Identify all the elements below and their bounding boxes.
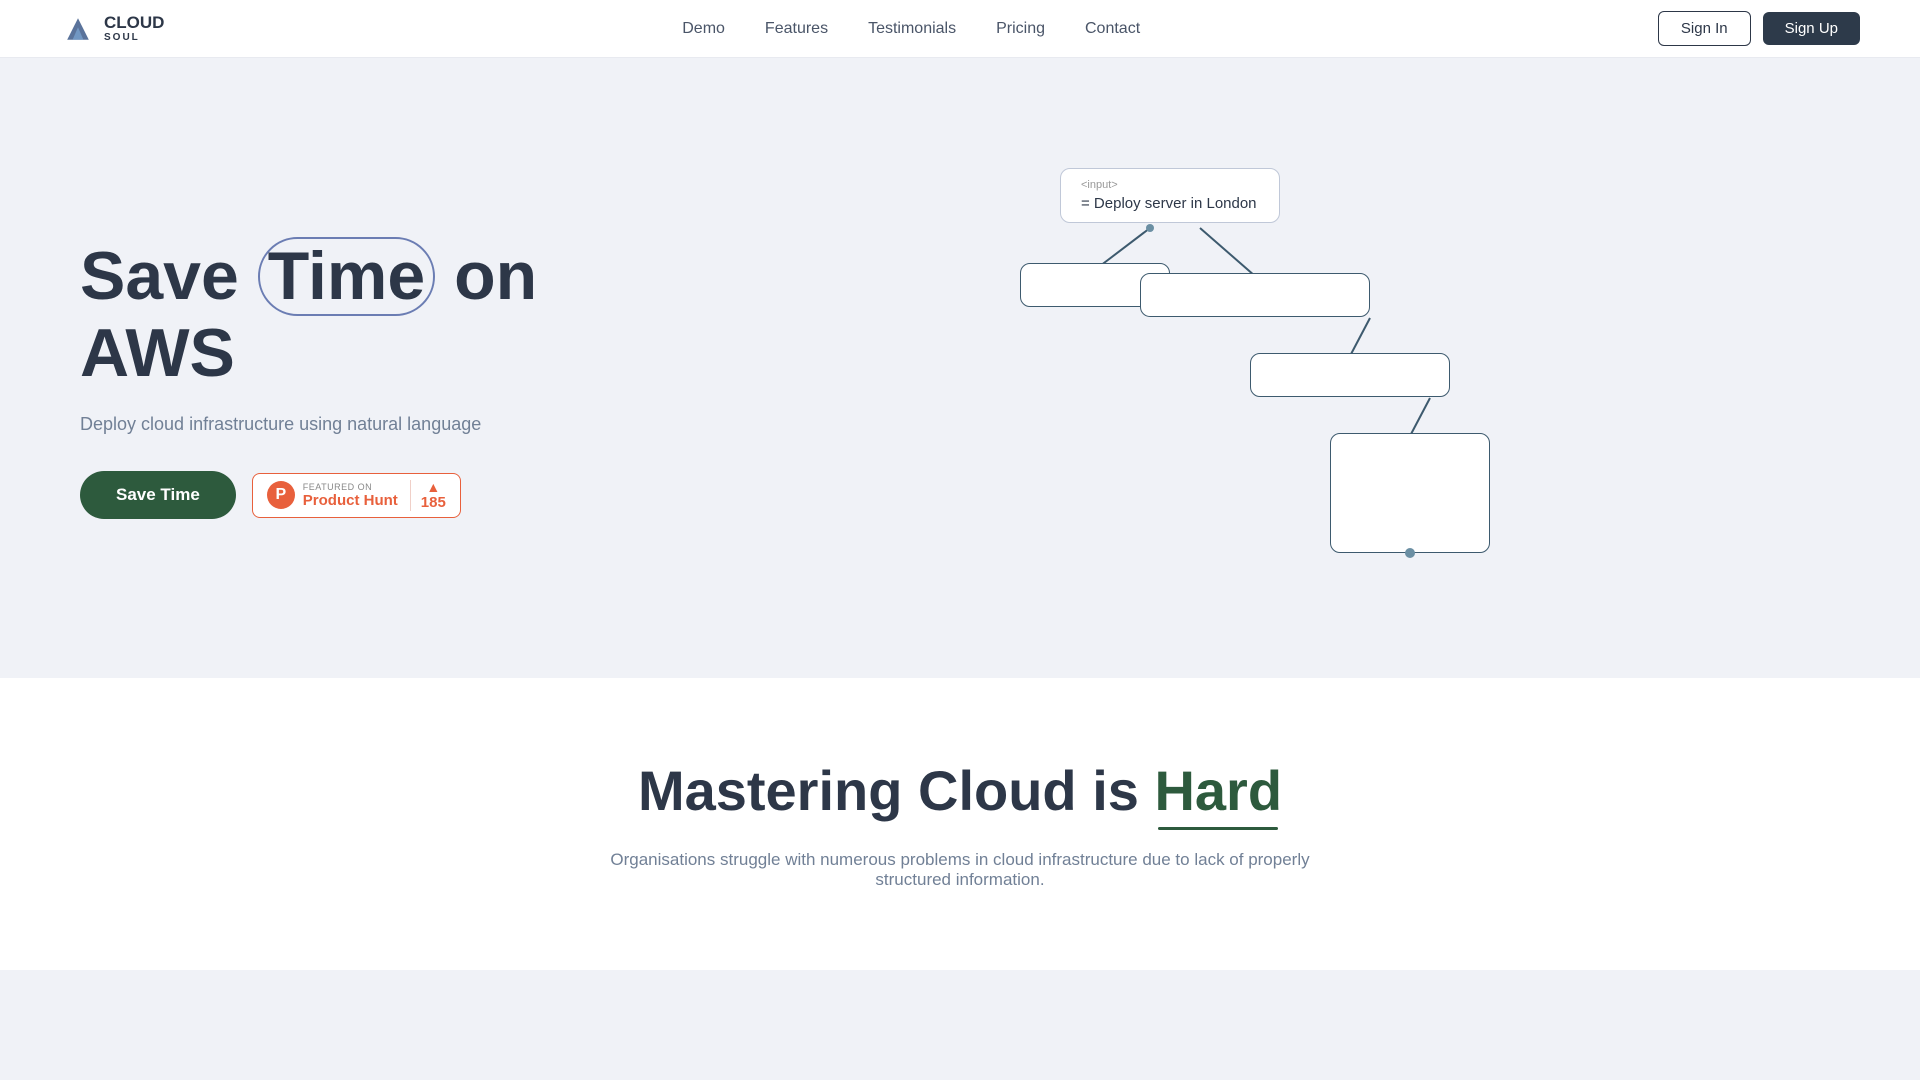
ph-featured-label: FEATURED ON xyxy=(303,482,398,492)
section-hard-title: Mastering Cloud is Hard xyxy=(60,758,1860,830)
diagram-input-content: = Deploy server in London xyxy=(1081,195,1259,212)
hero-actions: Save Time P FEATURED ON Product Hunt ▲ 1… xyxy=(80,471,660,519)
hero-title: Save Time on AWS xyxy=(80,237,660,391)
diagram-node-dot xyxy=(1405,548,1415,558)
ph-name: Product Hunt xyxy=(303,492,398,509)
product-hunt-logo: P xyxy=(267,481,295,509)
product-hunt-badge[interactable]: P FEATURED ON Product Hunt ▲ 185 xyxy=(252,473,461,518)
nav-actions: Sign In Sign Up xyxy=(1658,11,1860,46)
nav-pricing[interactable]: Pricing xyxy=(996,20,1045,38)
ph-number: 185 xyxy=(421,494,446,511)
signup-button[interactable]: Sign Up xyxy=(1763,12,1860,45)
hard-underline xyxy=(1158,827,1278,830)
diagram-node-2 xyxy=(1140,273,1370,317)
nav-links: Demo Features Testimonials Pricing Conta… xyxy=(682,20,1140,38)
diagram-input-node: <input> = Deploy server in London xyxy=(1060,168,1280,223)
ph-arrow-icon: ▲ xyxy=(426,480,440,494)
hero-right: <input> = Deploy server in London xyxy=(660,118,1840,618)
nav-contact[interactable]: Contact xyxy=(1085,20,1140,38)
diagram: <input> = Deploy server in London xyxy=(1000,158,1500,578)
nav-features[interactable]: Features xyxy=(765,20,828,38)
logo-text: CLOUD SOUL xyxy=(104,14,164,44)
hero-left: Save Time on AWS Deploy cloud infrastruc… xyxy=(80,217,660,520)
diagram-node-3 xyxy=(1250,353,1450,397)
diagram-input-label: <input> xyxy=(1081,179,1259,191)
logo[interactable]: CLOUD SOUL xyxy=(60,11,164,47)
nav-demo[interactable]: Demo xyxy=(682,20,725,38)
hero-title-highlight: Time xyxy=(258,237,435,316)
hero-section: Save Time on AWS Deploy cloud infrastruc… xyxy=(0,58,1920,678)
diagram-node-4 xyxy=(1330,433,1490,553)
nav-testimonials[interactable]: Testimonials xyxy=(868,20,956,38)
product-hunt-text: FEATURED ON Product Hunt xyxy=(303,482,398,509)
navbar: CLOUD SOUL Demo Features Testimonials Pr… xyxy=(0,0,1920,58)
save-time-button[interactable]: Save Time xyxy=(80,471,236,519)
hard-word: Hard xyxy=(1154,758,1282,830)
section-hard: Mastering Cloud is Hard Organisations st… xyxy=(0,678,1920,970)
hero-subtitle: Deploy cloud infrastructure using natura… xyxy=(80,414,660,435)
logo-icon xyxy=(60,11,96,47)
signin-button[interactable]: Sign In xyxy=(1658,11,1751,46)
section-hard-subtitle: Organisations struggle with numerous pro… xyxy=(600,850,1320,890)
ph-count: ▲ 185 xyxy=(410,480,446,511)
